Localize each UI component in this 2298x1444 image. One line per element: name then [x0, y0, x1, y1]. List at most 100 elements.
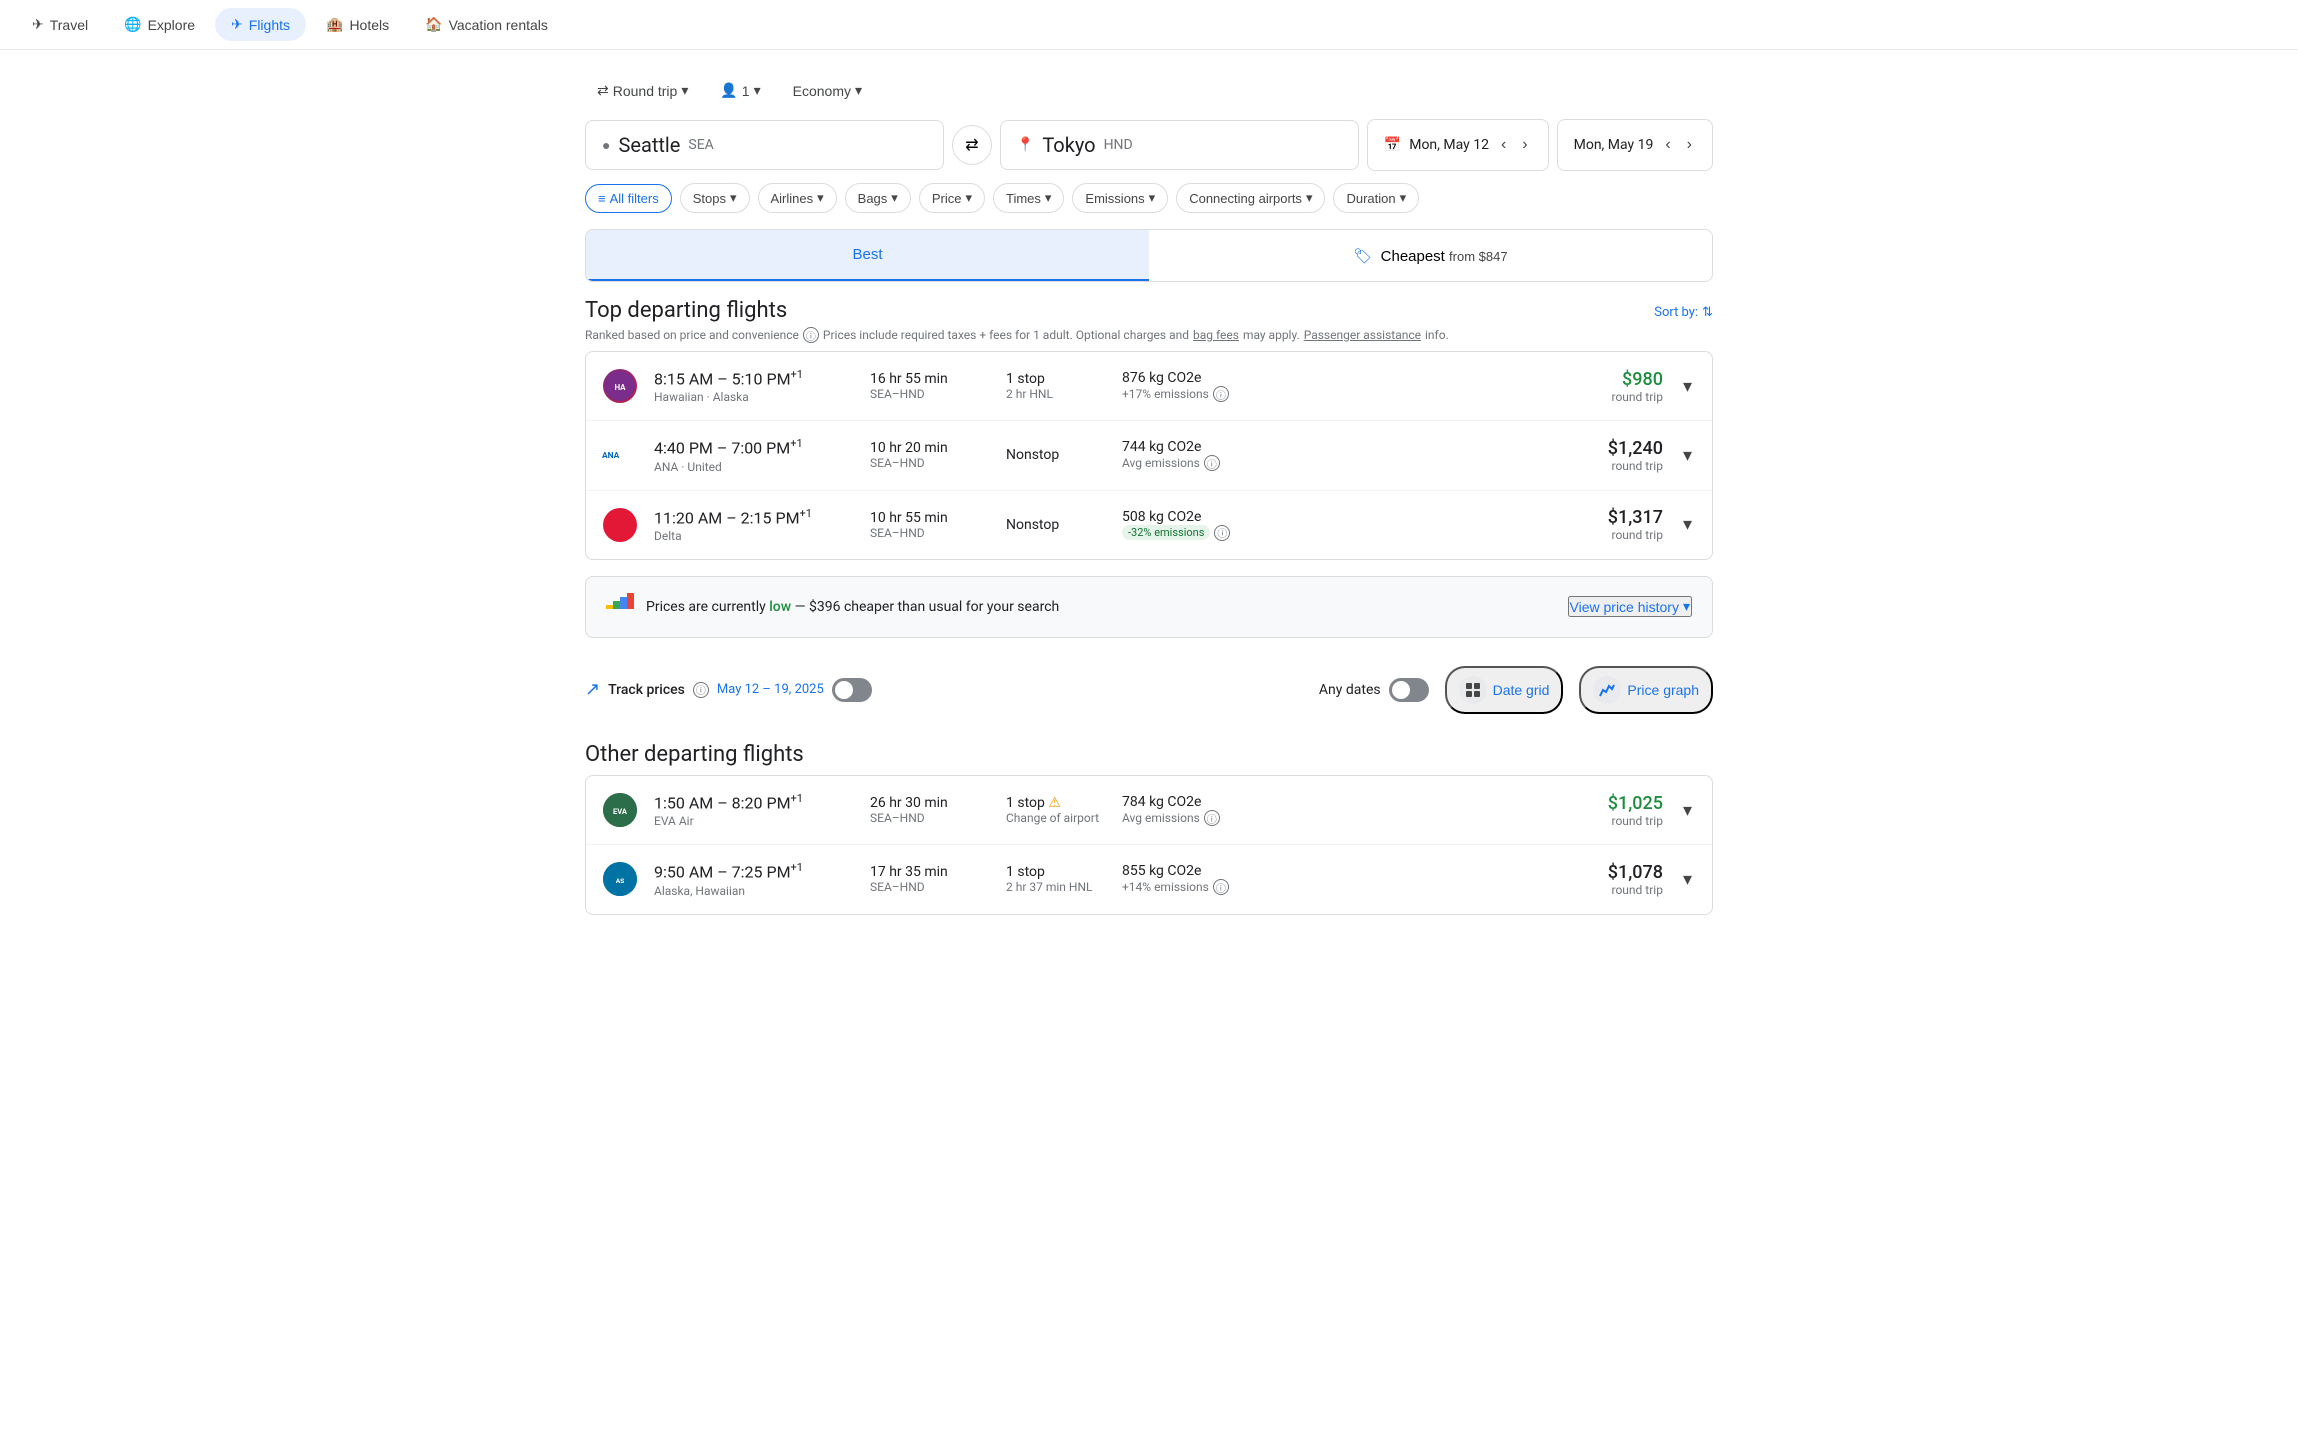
origin-field[interactable]: ● Seattle SEA: [585, 120, 944, 170]
chevron-down-icon: ▾: [1045, 190, 1052, 206]
bag-fees-link[interactable]: bag fees: [1193, 328, 1239, 342]
chevron-down-icon: ▾: [730, 190, 737, 206]
flight-time: 11:20 AM – 2:15 PM+1 Delta: [654, 507, 854, 543]
date-grid-button[interactable]: Date grid: [1445, 666, 1564, 714]
top-flights-list: HA 8:15 AM – 5:10 PM+1 Hawaiian · Alaska…: [585, 351, 1713, 560]
expand-flight-button[interactable]: ▾: [1679, 865, 1696, 894]
info-icon[interactable]: ⓘ: [803, 327, 819, 343]
passengers-selector[interactable]: 👤 1 ▾: [708, 74, 772, 107]
return-prev-button[interactable]: ‹: [1661, 132, 1674, 158]
swap-icon: ⇄: [597, 82, 609, 99]
flight-stops: 1 stop 2 hr 37 min HNL: [1006, 864, 1106, 894]
emissions-info-icon[interactable]: ⓘ: [1204, 810, 1220, 826]
price-graph-icon: [1593, 676, 1621, 704]
table-row[interactable]: 11:20 AM – 2:15 PM+1 Delta 10 hr 55 min …: [586, 491, 1712, 559]
connecting-airports-filter[interactable]: Connecting airports ▾: [1176, 183, 1325, 213]
person-icon: 👤: [720, 82, 737, 99]
chevron-down-icon: ▾: [965, 190, 972, 206]
flight-stops: Nonstop: [1006, 517, 1106, 533]
expand-flight-button[interactable]: ▾: [1679, 372, 1696, 401]
main-content: ⇄ Round trip ▾ 👤 1 ▾ Economy ▾ ● Seattle…: [569, 50, 1729, 955]
chevron-down-icon: ▾: [754, 82, 761, 99]
emissions-info-icon[interactable]: ⓘ: [1213, 386, 1229, 402]
ana-logo: ANA: [602, 437, 638, 473]
table-row[interactable]: ANA 4:40 PM – 7:00 PM+1 ANA · United 10 …: [586, 421, 1712, 490]
expand-flight-button[interactable]: ▾: [1679, 796, 1696, 825]
depart-next-button[interactable]: ›: [1518, 132, 1531, 158]
emissions-info-icon[interactable]: ⓘ: [1214, 525, 1230, 541]
view-price-history-button[interactable]: View price history ▾: [1568, 596, 1692, 617]
expand-flight-button[interactable]: ▾: [1679, 441, 1696, 470]
emissions-filter[interactable]: Emissions ▾: [1072, 183, 1168, 213]
filters-row: ≡ All filters Stops ▾ Airlines ▾ Bags ▾ …: [585, 183, 1713, 213]
any-dates-section: Any dates: [1319, 678, 1429, 702]
price-indicator-icon: [606, 593, 634, 621]
emissions-info-icon[interactable]: ⓘ: [1213, 879, 1229, 895]
airline-logo: EVA: [602, 792, 638, 828]
expand-flight-button[interactable]: ▾: [1679, 510, 1696, 539]
trip-type-selector[interactable]: ⇄ Round trip ▾: [585, 74, 700, 107]
chevron-down-icon: ▾: [817, 190, 824, 206]
price-filter[interactable]: Price ▾: [919, 183, 985, 213]
destination-field[interactable]: 📍 Tokyo HND: [1000, 120, 1359, 170]
return-date-field[interactable]: Mon, May 19 ‹ ›: [1557, 119, 1713, 171]
table-row[interactable]: HA 8:15 AM – 5:10 PM+1 Hawaiian · Alaska…: [586, 352, 1712, 421]
chevron-down-icon: ▾: [1683, 598, 1690, 615]
cabin-selector[interactable]: Economy ▾: [781, 74, 874, 107]
chevron-down-icon: ▾: [1149, 190, 1156, 206]
nav-vacation-rentals[interactable]: 🏠 Vacation rentals: [409, 8, 564, 41]
sort-icon: ⇅: [1702, 305, 1713, 320]
flight-emissions: 876 kg CO2e +17% emissions ⓘ: [1122, 370, 1272, 402]
return-next-button[interactable]: ›: [1683, 132, 1696, 158]
times-filter[interactable]: Times ▾: [993, 183, 1064, 213]
depart-date-field[interactable]: 📅 Mon, May 12 ‹ ›: [1367, 119, 1549, 171]
explore-icon: 🌐: [124, 16, 141, 33]
flight-emissions: 508 kg CO2e -32% emissions ⓘ: [1122, 509, 1272, 541]
swap-airports-button[interactable]: ⇄: [952, 125, 992, 165]
top-navigation: ✈ Travel 🌐 Explore ✈ Flights 🏨 Hotels 🏠 …: [0, 0, 2298, 50]
track-date-range: May 12 – 19, 2025: [717, 682, 824, 697]
price-text: Prices are currently low — $396 cheaper …: [646, 599, 1556, 615]
emissions-info-icon[interactable]: ⓘ: [1204, 455, 1220, 471]
sort-by-button[interactable]: Sort by: ⇅: [1654, 305, 1713, 320]
travel-icon: ✈: [32, 16, 44, 33]
stops-filter[interactable]: Stops ▾: [680, 183, 750, 213]
flight-stops: 1 stop 2 hr HNL: [1006, 371, 1106, 401]
nav-flights[interactable]: ✈ Flights: [215, 8, 306, 41]
best-tab[interactable]: Best: [586, 230, 1149, 281]
nav-travel[interactable]: ✈ Travel: [16, 8, 104, 41]
hawaiian-logo: HA: [603, 369, 637, 403]
destination-pin-icon: 📍: [1017, 137, 1034, 153]
date-grid-icon: [1459, 676, 1487, 704]
svg-text:ANA: ANA: [602, 451, 620, 461]
nav-explore[interactable]: 🌐 Explore: [108, 8, 211, 41]
cheapest-tab[interactable]: 🏷 Cheapest from $847: [1149, 230, 1712, 281]
table-row[interactable]: EVA 1:50 AM – 8:20 PM+1 EVA Air 26 hr 30…: [586, 776, 1712, 845]
depart-prev-button[interactable]: ‹: [1497, 132, 1510, 158]
flight-duration: 10 hr 20 min SEA–HND: [870, 440, 990, 470]
filter-icon: ≡: [598, 191, 606, 206]
track-prices-label: Track prices: [608, 682, 685, 698]
price-graph-button[interactable]: Price graph: [1579, 666, 1713, 714]
flight-stops: Nonstop: [1006, 447, 1106, 463]
bags-filter[interactable]: Bags ▾: [845, 183, 911, 213]
nav-hotels[interactable]: 🏨 Hotels: [310, 8, 405, 41]
all-filters-button[interactable]: ≡ All filters: [585, 184, 672, 213]
view-options: Date grid Price graph: [1445, 666, 1713, 714]
track-prices-toggle[interactable]: [832, 678, 872, 702]
search-fields-row: ● Seattle SEA ⇄ 📍 Tokyo HND 📅 Mon, May 1…: [585, 119, 1713, 171]
chevron-down-icon: ▾: [681, 82, 688, 99]
track-left: ↗ Track prices ⓘ May 12 – 19, 2025: [585, 678, 1303, 702]
any-dates-toggle[interactable]: [1389, 678, 1429, 702]
flight-duration: 17 hr 35 min SEA–HND: [870, 864, 990, 894]
chevron-down-icon: ▾: [1400, 190, 1407, 206]
warning-icon: ⚠: [1048, 795, 1061, 811]
airlines-filter[interactable]: Airlines ▾: [758, 183, 837, 213]
calendar-icon: 📅: [1384, 137, 1401, 153]
passenger-assistance-link[interactable]: Passenger assistance: [1304, 328, 1421, 342]
track-prices-info-icon[interactable]: ⓘ: [693, 682, 709, 698]
flight-price: $980 round trip: [1563, 369, 1663, 404]
table-row[interactable]: AS 9:50 AM – 7:25 PM+1 Alaska, Hawaiian …: [586, 845, 1712, 913]
duration-filter[interactable]: Duration ▾: [1333, 183, 1419, 213]
flight-emissions: 855 kg CO2e +14% emissions ⓘ: [1122, 863, 1272, 895]
